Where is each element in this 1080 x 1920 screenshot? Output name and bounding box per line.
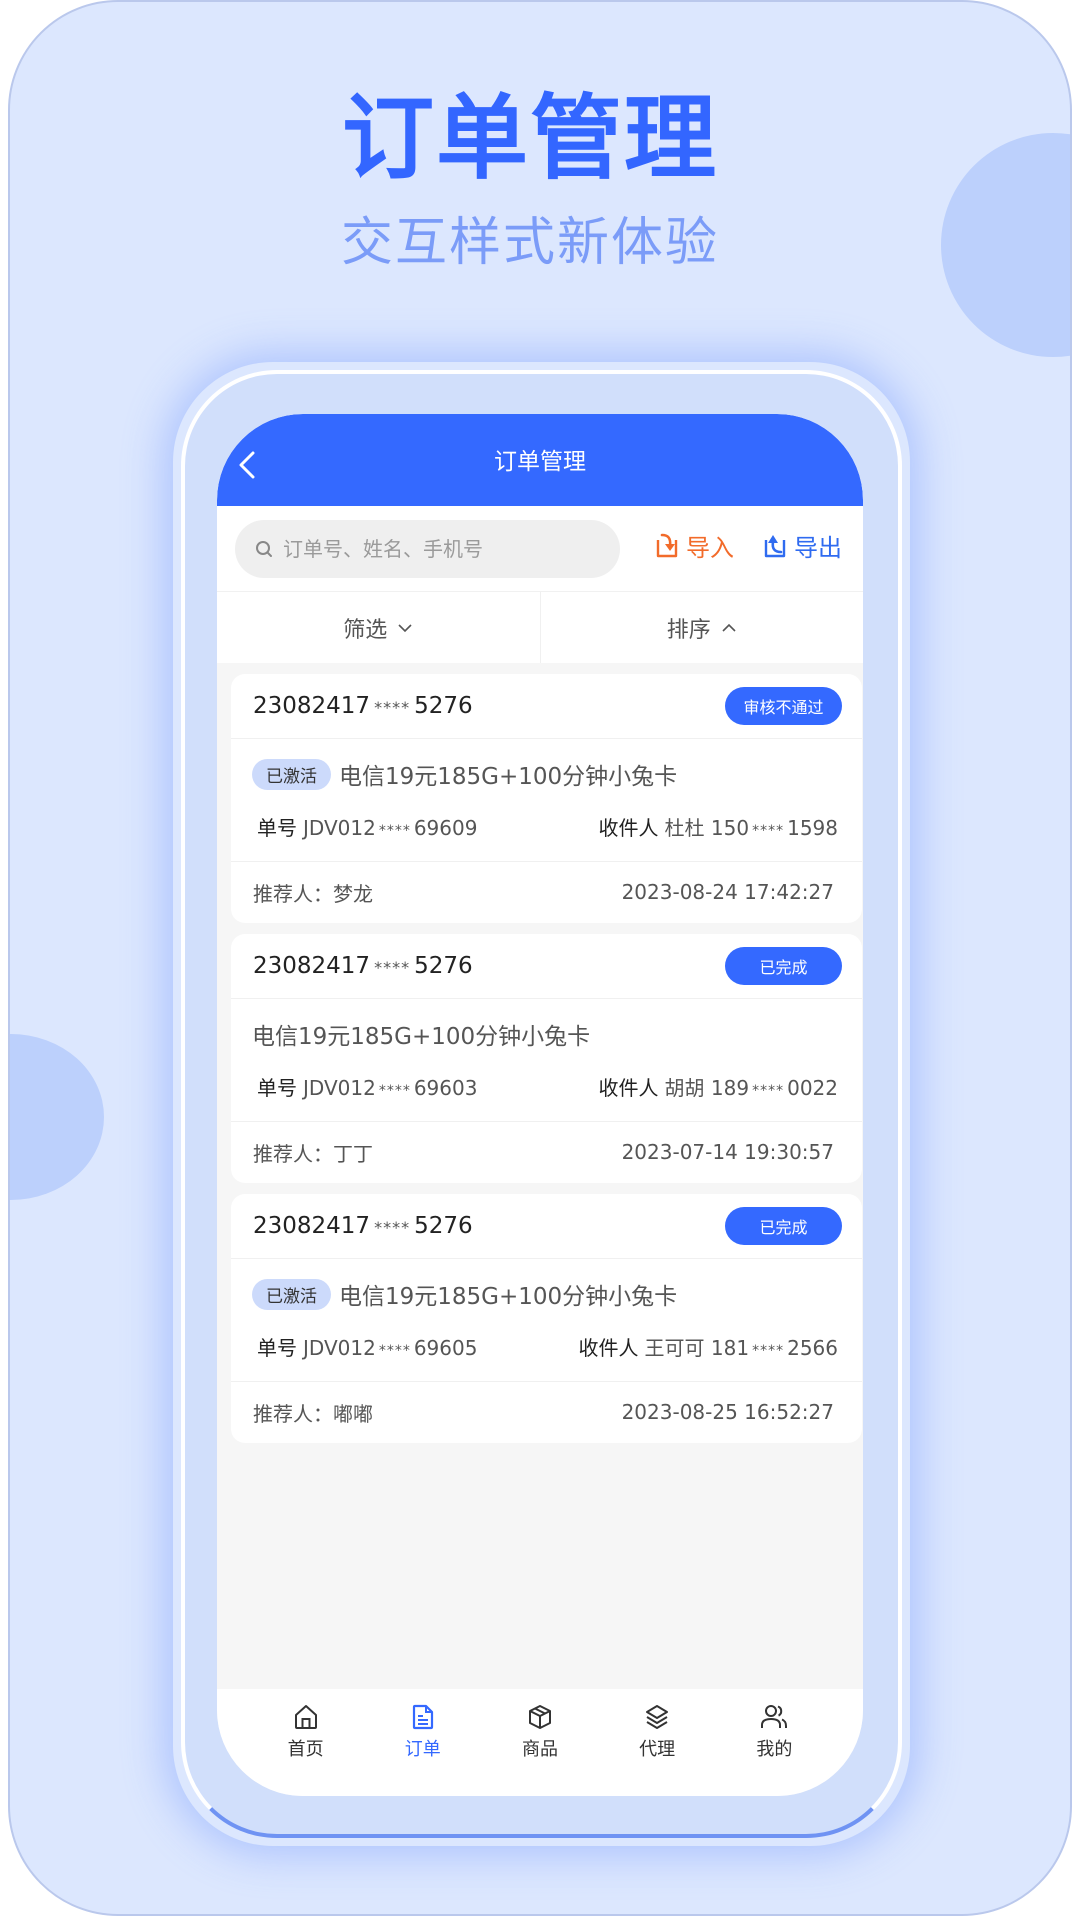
status-badge: 已完成	[725, 1207, 842, 1245]
referrer: 推荐人：嘟嘟	[253, 1401, 373, 1426]
status-badge: 审核不通过	[725, 687, 842, 725]
activation-tag: 已激活	[252, 1278, 331, 1310]
referrer: 推荐人：丁丁	[253, 1141, 373, 1166]
status-badge: 已完成	[725, 947, 842, 985]
order-card-body: 电信19元185G+100分钟小兔卡 单号 JDV012 **** 69603 收件人…	[231, 999, 862, 1122]
export-button[interactable]: 导出	[762, 528, 842, 563]
bottom-tab-bar: 首页 订单 商品 代理 我的	[217, 1689, 863, 1796]
info-line: 单号 JDV012 **** 69609 收件人 杜杜 150 **** 1598	[257, 812, 838, 841]
order-time: 2023-08-24 17:42:27	[621, 880, 834, 904]
recipient: 收件人 杜杜 150 **** 1598	[598, 816, 838, 840]
users-icon	[761, 1705, 788, 1728]
filter-label: 筛选	[343, 617, 388, 643]
order-time: 2023-08-25 16:52:27	[621, 1400, 834, 1424]
tab-label: 首页	[287, 1739, 324, 1760]
filter-dropdown[interactable]: 筛选	[217, 592, 540, 663]
home-icon	[294, 1705, 317, 1729]
tracking-number: 单号 JDV012 **** 69605	[257, 1336, 478, 1360]
sort-label: 排序	[666, 617, 711, 643]
product-line: 已激活 电信19元185G+100分钟小兔卡	[252, 757, 677, 791]
product-name: 电信19元185G+100分钟小兔卡	[339, 764, 678, 790]
order-time: 2023-07-14 19:30:57	[621, 1140, 834, 1164]
recipient: 收件人 王可可 181 **** 2566	[578, 1336, 838, 1360]
import-icon	[656, 533, 678, 557]
referrer: 推荐人：梦龙	[253, 881, 373, 906]
import-button[interactable]: 导入	[654, 528, 734, 563]
sort-dropdown[interactable]: 排序	[539, 592, 864, 663]
import-label: 导入	[686, 534, 734, 562]
decorative-circle-left	[10, 1034, 104, 1200]
activation-tag: 已激活	[252, 758, 331, 790]
order-id: 23082417 **** 5276	[253, 953, 473, 979]
tab-label: 我的	[756, 1739, 793, 1760]
order-card[interactable]: 23082417 **** 5276 已完成 已激活 电信19元185G+100分钟…	[231, 1194, 862, 1443]
tab-label: 订单	[404, 1739, 441, 1760]
tab-label: 代理	[639, 1739, 676, 1760]
filter-bar: 筛选 排序	[217, 591, 863, 663]
order-card-header: 23082417 **** 5276 审核不通过	[231, 674, 862, 739]
product-name: 电信19元185G+100分钟小兔卡	[339, 1284, 678, 1310]
order-card-header: 23082417 **** 5276 已完成	[231, 934, 862, 999]
search-box[interactable]	[235, 520, 620, 578]
search-icon	[256, 541, 272, 557]
order-card-body: 已激活 电信19元185G+100分钟小兔卡 单号 JDV012 **** 69605…	[231, 1259, 862, 1382]
tab-label: 商品	[521, 1739, 558, 1760]
box-icon	[528, 1705, 551, 1729]
layers-icon	[646, 1705, 669, 1729]
product-name: 电信19元185G+100分钟小兔卡	[252, 1024, 591, 1050]
tab-products[interactable]: 商品	[495, 1689, 585, 1796]
order-card-footer: 推荐人：梦龙 2023-08-24 17:42:27	[231, 862, 862, 922]
chevron-up-icon	[722, 623, 736, 632]
tab-home[interactable]: 首页	[261, 1689, 351, 1796]
tracking-number: 单号 JDV012 **** 69609	[257, 816, 478, 840]
tab-orders[interactable]: 订单	[378, 1689, 468, 1796]
app-header: 订单管理	[217, 414, 863, 506]
order-card-body: 已激活 电信19元185G+100分钟小兔卡 单号 JDV012 **** 69609…	[231, 739, 862, 862]
order-card[interactable]: 23082417 **** 5276 已完成 电信19元185G+100分钟小兔卡 …	[231, 934, 862, 1183]
tab-profile[interactable]: 我的	[729, 1689, 819, 1796]
order-card-footer: 推荐人：嘟嘟 2023-08-25 16:52:27	[231, 1382, 862, 1442]
order-list: 23082417 **** 5276 审核不通过 已激活 电信19元185G+100…	[231, 674, 862, 1454]
document-icon	[412, 1704, 433, 1730]
export-label: 导出	[794, 534, 842, 562]
chevron-down-icon	[398, 623, 412, 632]
info-line: 单号 JDV012 **** 69605 收件人 王可可 181 **** 2566	[257, 1332, 838, 1361]
toolbar: 导入 导出	[217, 506, 863, 591]
order-id: 23082417 **** 5276	[253, 693, 473, 719]
product-line: 已激活 电信19元185G+100分钟小兔卡	[252, 1277, 677, 1311]
product-line: 电信19元185G+100分钟小兔卡	[252, 1017, 590, 1051]
phone-screen: 订单管理 导入 导出 筛	[217, 414, 863, 1796]
search-input[interactable]	[283, 537, 603, 561]
recipient: 收件人 胡胡 189 **** 0022	[598, 1076, 838, 1100]
order-id: 23082417 **** 5276	[253, 1213, 473, 1239]
info-line: 单号 JDV012 **** 69603 收件人 胡胡 189 **** 0022	[257, 1072, 838, 1101]
order-card-footer: 推荐人：丁丁 2023-07-14 19:30:57	[231, 1122, 862, 1182]
tracking-number: 单号 JDV012 **** 69603	[257, 1076, 478, 1100]
order-card[interactable]: 23082417 **** 5276 审核不通过 已激活 电信19元185G+100…	[231, 674, 862, 923]
hero-title: 订单管理	[341, 85, 718, 192]
order-card-header: 23082417 **** 5276 已完成	[231, 1194, 862, 1259]
app-title: 订单管理	[494, 449, 586, 475]
hero-subtitle: 交互样式新体验	[340, 213, 719, 273]
export-icon	[764, 534, 786, 557]
tab-agents[interactable]: 代理	[612, 1689, 702, 1796]
